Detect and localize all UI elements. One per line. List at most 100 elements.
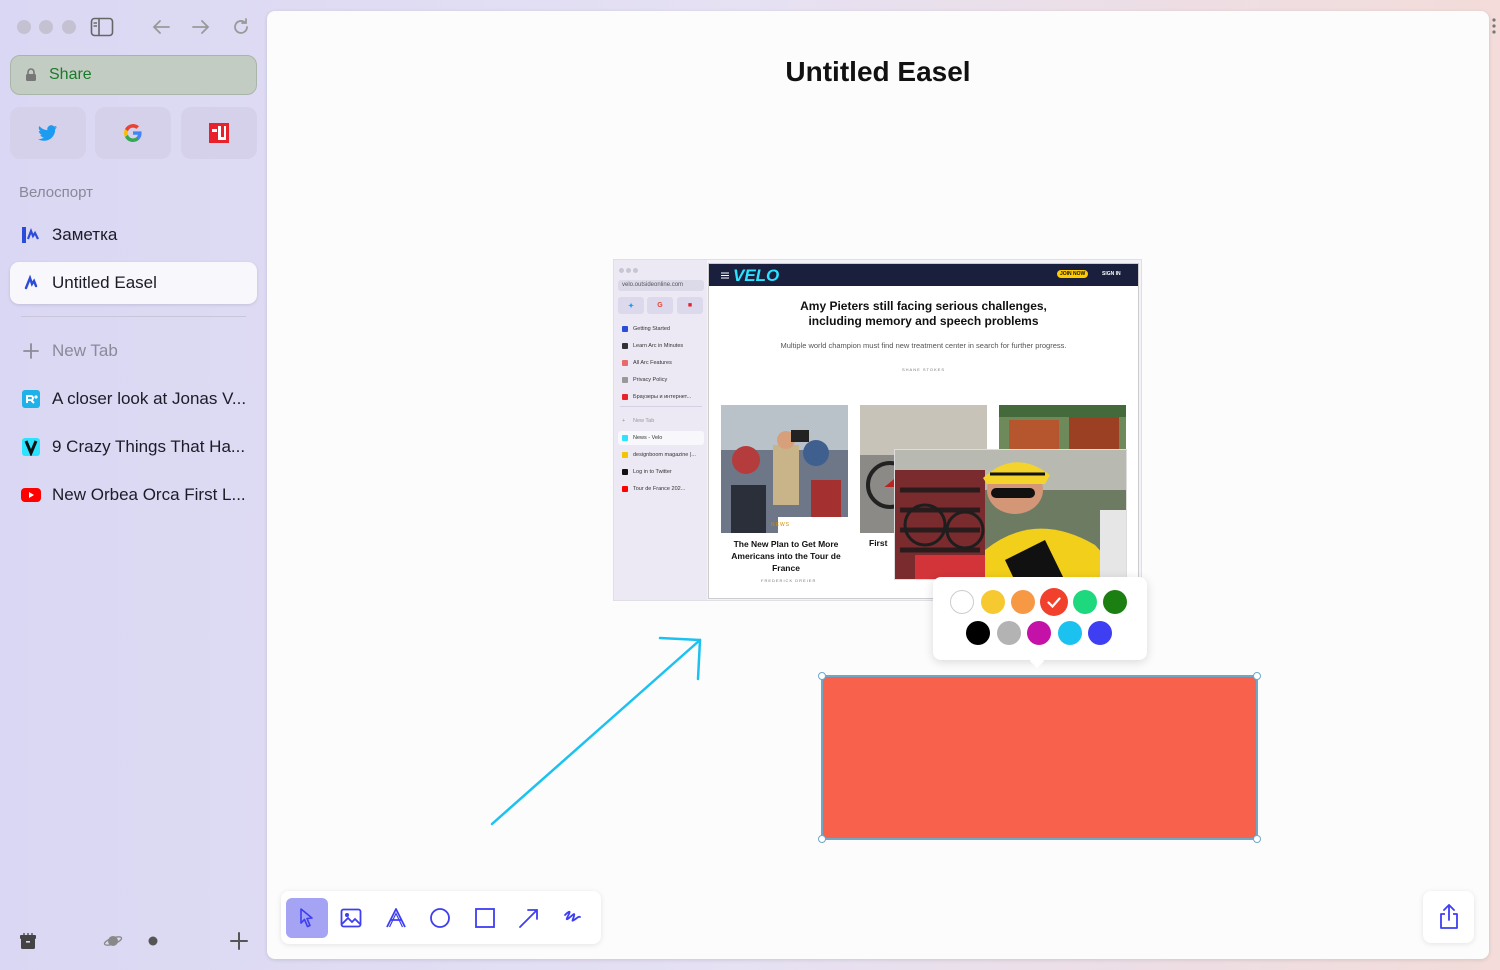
space-planet-icon[interactable] (102, 930, 124, 952)
mini-item: designboom magazine |... (618, 448, 704, 462)
color-swatch-cyan[interactable] (1058, 621, 1082, 645)
mini-item: + New Tab (622, 418, 655, 424)
sidebar-item-label: New Orbea Orca First L... (52, 485, 246, 504)
color-swatch-dark-green[interactable] (1103, 590, 1127, 614)
rectangle-tool[interactable] (464, 898, 506, 938)
close-window-button[interactable] (17, 20, 31, 34)
color-swatch-yellow[interactable] (981, 590, 1005, 614)
circle-icon (430, 908, 450, 928)
pen-tool[interactable] (552, 898, 594, 938)
sidebar-toggle-icon[interactable] (89, 14, 115, 40)
pinned-google[interactable] (95, 107, 171, 159)
share-export-button[interactable] (1423, 891, 1474, 943)
mini-item: Браузеры и интернет... (618, 390, 704, 404)
zoom-window-button[interactable] (62, 20, 76, 34)
color-swatch-red[interactable] (1040, 588, 1068, 616)
mini-item: Privacy Policy (618, 373, 704, 387)
sidebar-item-label: Заметка (52, 225, 118, 244)
sidebar-item-label: A closer look at Jonas V... (52, 389, 247, 408)
color-swatch-black[interactable] (966, 621, 990, 645)
mini-item: Log in to Twitter (618, 465, 704, 479)
pinned-app[interactable] (181, 107, 257, 159)
google-icon (124, 124, 142, 142)
text-tool[interactable] (375, 898, 417, 938)
card-tag: NEWS (771, 522, 790, 528)
article-byline: SHANE STOKES (901, 367, 946, 372)
resize-handle-tr[interactable] (1253, 672, 1261, 680)
mini-twitter-icon: ✦ (618, 297, 644, 314)
velo-v-icon (21, 437, 41, 457)
sidebar-item-tab-1[interactable]: A closer look at Jonas V... (10, 378, 257, 420)
page-title[interactable]: Untitled Easel (267, 56, 1489, 88)
color-swatch-gray[interactable] (997, 621, 1021, 645)
easel-canvas[interactable]: Untitled Easel velo.outsideonline.com ✦ … (267, 11, 1489, 959)
arrow-icon (519, 909, 538, 928)
color-swatch-green[interactable] (1073, 590, 1097, 614)
card-image-3 (999, 405, 1126, 455)
mini-item: News - Velo (618, 431, 704, 445)
image-tool[interactable] (330, 898, 372, 938)
twitter-icon (38, 124, 58, 141)
plus-icon (21, 341, 41, 361)
resize-handle-br[interactable] (1253, 835, 1261, 843)
cyclist-photo[interactable] (894, 449, 1127, 580)
archive-icon[interactable] (17, 930, 39, 952)
screenshot-sidebar: velo.outsideonline.com ✦ G ■ Getting Sta… (614, 260, 707, 600)
easel-toolbar (281, 891, 601, 944)
square-icon (475, 908, 495, 928)
mini-item: Getting Started (618, 322, 704, 336)
card-author: FREDERICK DREIER (761, 578, 817, 583)
sidebar-item-label: Untitled Easel (52, 273, 157, 292)
space-dot-icon[interactable] (142, 930, 164, 952)
pinned-twitter[interactable] (10, 107, 86, 159)
sidebar-item-zametka[interactable]: Заметка (10, 214, 257, 256)
easel-icon (21, 273, 41, 293)
new-tab-button[interactable]: New Tab (10, 330, 257, 372)
article-subline: Multiple world champion must find new tr… (780, 341, 1067, 350)
share-icon (1439, 904, 1458, 929)
new-tab-label: New Tab (52, 341, 118, 360)
sidebar-item-tab-2[interactable]: 9 Crazy Things That Ha... (10, 426, 257, 468)
color-swatch-magenta[interactable] (1027, 621, 1051, 645)
checkmark-icon (1047, 596, 1061, 608)
text-icon (386, 908, 406, 928)
sidebar-item-untitled-easel[interactable]: Untitled Easel (10, 262, 257, 304)
velo-header: VELO JOIN NOW SIGN IN (709, 264, 1138, 286)
select-tool[interactable] (286, 898, 328, 938)
sign-in-link: SIGN IN (1102, 271, 1121, 277)
mini-google-icon: G (647, 297, 673, 314)
share-bar[interactable]: Share (10, 55, 257, 95)
sidebar-divider (21, 316, 246, 317)
circle-tool[interactable] (419, 898, 461, 938)
sidebar-item-label: 9 Crazy Things That Ha... (52, 437, 246, 456)
back-arrow-icon[interactable] (148, 14, 174, 40)
resize-handle-tl[interactable] (818, 672, 826, 680)
resize-handle-bl[interactable] (818, 835, 826, 843)
sidebar: Share Велоспорт Заметка Untitled Easel N… (0, 0, 266, 970)
card-title: The New Plan to Get More Americans into … (731, 539, 841, 573)
cursor-icon (300, 908, 313, 928)
add-space-icon[interactable] (228, 930, 250, 952)
arrow-tool[interactable] (508, 898, 550, 938)
color-picker (933, 577, 1147, 660)
share-label: Share (49, 66, 92, 83)
youtube-icon (21, 485, 41, 505)
mini-item: Tour de France 202... (618, 482, 704, 496)
color-swatch-white[interactable] (950, 590, 974, 614)
sidebar-item-tab-3[interactable]: New Orbea Orca First L... (10, 474, 257, 516)
card-2-title: First (869, 538, 888, 548)
hamburger-icon (721, 272, 729, 279)
forward-arrow-icon[interactable] (188, 14, 214, 40)
more-options-icon[interactable] (1492, 18, 1496, 39)
easel-note-icon (21, 225, 41, 245)
card-image-1 (721, 405, 848, 533)
reload-icon[interactable] (228, 14, 254, 40)
arrow-annotation[interactable] (482, 626, 712, 831)
color-swatch-blue[interactable] (1088, 621, 1112, 645)
minimize-window-button[interactable] (39, 20, 53, 34)
mini-app-icon: ■ (677, 297, 703, 314)
folder-label: Велоспорт (19, 184, 93, 201)
lock-icon (26, 68, 36, 81)
rectangle-shape[interactable] (821, 675, 1258, 840)
color-swatch-orange[interactable] (1011, 590, 1035, 614)
